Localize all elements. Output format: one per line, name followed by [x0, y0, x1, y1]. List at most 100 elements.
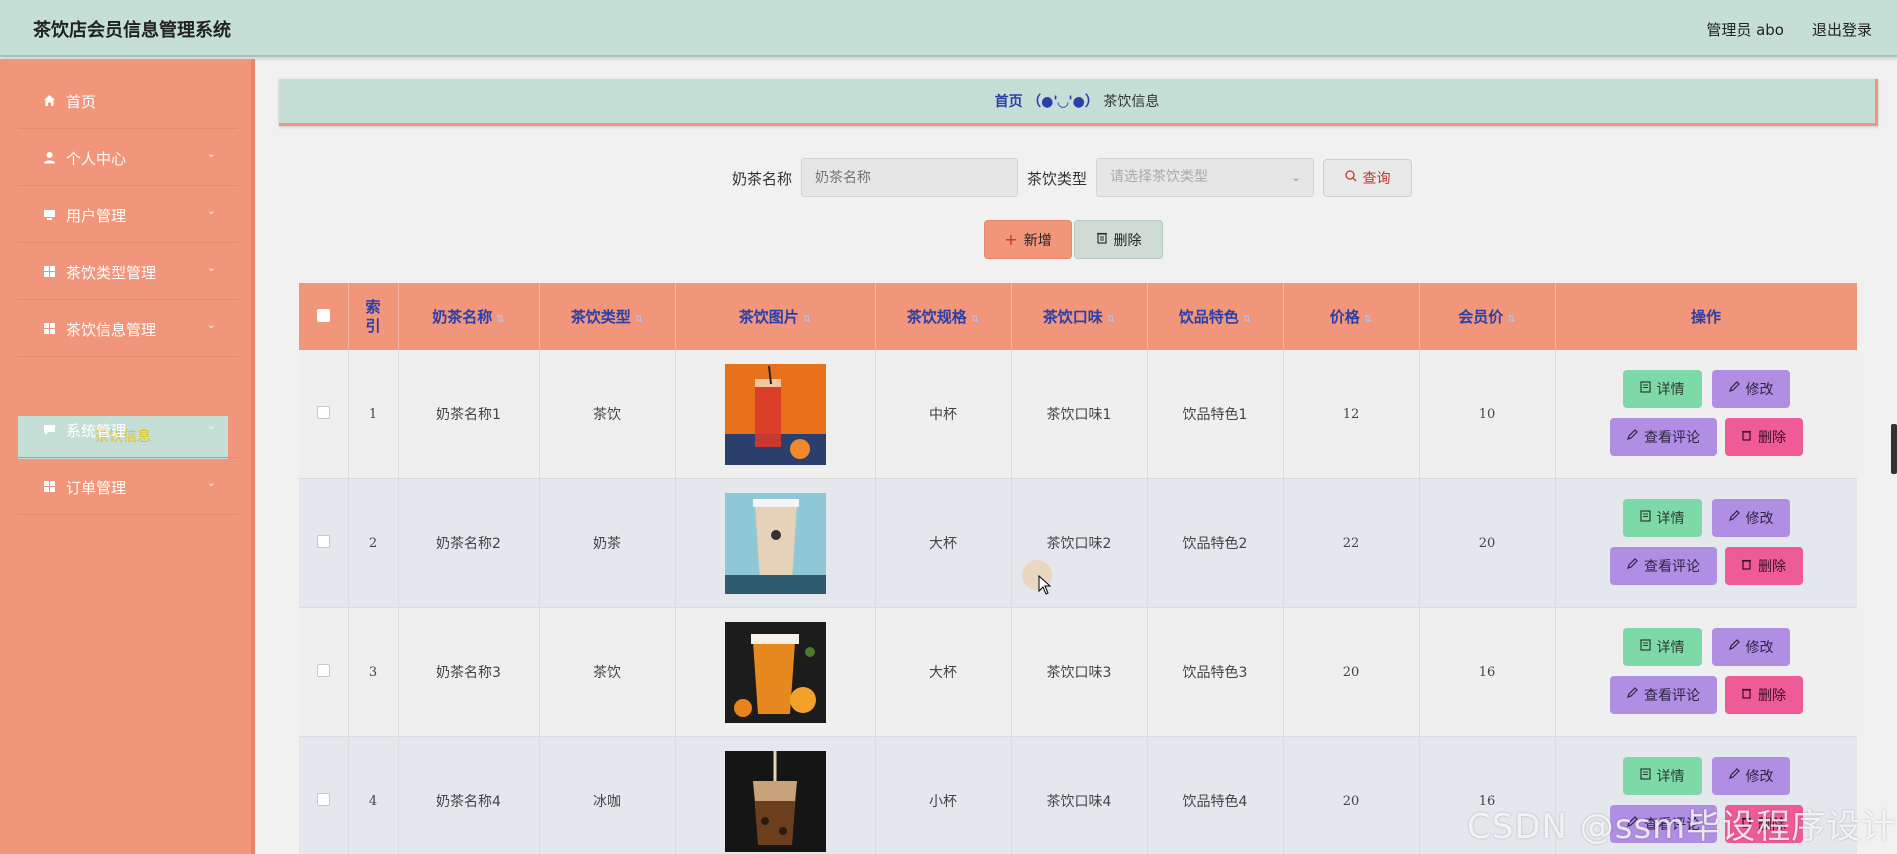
cell-flavor: 茶饮口味1 — [1011, 350, 1148, 479]
row-checkbox[interactable] — [316, 792, 330, 806]
col-header-label: 茶饮类型 — [570, 308, 631, 326]
col-header-image[interactable]: 茶饮图片 ⇅ — [675, 283, 876, 350]
col-header-type[interactable]: 茶饮类型 ⇅ — [539, 283, 676, 350]
view-reviews-button[interactable]: 查看评论 — [1609, 547, 1717, 585]
cell-price: 22 — [1283, 478, 1420, 608]
document-icon — [1639, 381, 1651, 397]
pencil-icon — [1728, 381, 1740, 397]
cell-feature: 饮品特色4 — [1147, 736, 1284, 854]
row-checkbox[interactable] — [316, 534, 330, 548]
breadcrumb-home[interactable]: 首页 — [995, 94, 1023, 110]
row-checkbox[interactable] — [316, 405, 330, 419]
cell-flavor: 茶饮口味3 — [1011, 607, 1148, 737]
col-header-label: 会员价 — [1458, 308, 1504, 326]
batch-delete-button[interactable]: 删除 — [1074, 220, 1163, 259]
col-header-member-price[interactable]: 会员价 ⇅ — [1419, 283, 1556, 350]
sidebar-item-tea-info-management[interactable]: 茶饮信息管理 ⌄ — [18, 301, 238, 357]
cell-image — [675, 607, 876, 737]
view-reviews-label: 查看评论 — [1644, 430, 1700, 446]
sidebar-item-home[interactable]: 首页 — [18, 73, 238, 129]
edit-button[interactable]: 修改 — [1711, 757, 1790, 795]
scrollbar-thumb[interactable] — [1891, 424, 1897, 474]
cell-index: 1 — [348, 350, 399, 479]
cell-name: 奶茶名称2 — [398, 478, 540, 608]
orange-tea-image[interactable] — [724, 621, 826, 723]
trash-icon — [1741, 429, 1752, 445]
edit-button[interactable]: 修改 — [1711, 499, 1790, 537]
cell-image — [675, 350, 876, 479]
cell-price: 20 — [1283, 736, 1420, 854]
col-header-label: 奶茶名称 — [432, 308, 493, 326]
query-button[interactable]: 查询 — [1323, 159, 1412, 197]
col-header-name[interactable]: 奶茶名称 ⇅ — [398, 283, 540, 350]
select-all-checkbox[interactable] — [316, 308, 330, 322]
cell-spec: 中杯 — [875, 350, 1012, 479]
sort-icon: ⇅ — [970, 314, 980, 325]
row-delete-button[interactable]: 删除 — [1724, 418, 1803, 456]
col-header-price[interactable]: 价格 ⇅ — [1283, 283, 1420, 350]
iced-coffee-image[interactable] — [724, 750, 826, 852]
row-select-cell — [299, 736, 349, 854]
sidebar-item-personal-center[interactable]: 个人中心 ⌄ — [18, 130, 238, 186]
sidebar-item-order-management[interactable]: 订单管理 ⌄ — [18, 459, 238, 515]
row-delete-button[interactable]: 删除 — [1724, 547, 1803, 585]
search-icon — [1344, 170, 1357, 186]
grid-icon — [42, 321, 56, 335]
sidebar-item-user-management[interactable]: 用户管理 ⌄ — [18, 187, 238, 243]
cell-image — [675, 478, 876, 608]
tea-type-label: 茶饮类型 — [1027, 170, 1088, 188]
detail-button[interactable]: 详情 — [1622, 628, 1702, 666]
sidebar-item-label: 订单管理 — [66, 479, 127, 497]
row-checkbox[interactable] — [316, 663, 330, 677]
sort-icon: ⇅ — [496, 314, 505, 325]
sidebar-item-tea-type-management[interactable]: 茶饮类型管理 ⌄ — [18, 244, 238, 300]
breadcrumb-separator: （●'◡'●） — [1027, 94, 1099, 110]
pencil-icon — [1728, 768, 1740, 784]
sidebar-item-system-management[interactable]: 系统管理 ⌄ — [18, 402, 238, 458]
cell-spec: 小杯 — [875, 736, 1012, 854]
view-reviews-button[interactable]: 查看评论 — [1609, 418, 1717, 456]
view-reviews-button[interactable]: 查看评论 — [1609, 676, 1717, 714]
col-header-actions: 操作 — [1555, 283, 1857, 350]
edit-button[interactable]: 修改 — [1711, 628, 1790, 666]
sidebar-item-label: 茶饮类型管理 — [66, 264, 157, 282]
add-button[interactable]: + 新增 — [984, 220, 1072, 259]
detail-button[interactable]: 详情 — [1622, 499, 1702, 537]
col-header-feature[interactable]: 饮品特色 ⇅ — [1147, 283, 1284, 350]
sidebar-item-label: 茶饮信息管理 — [66, 321, 157, 339]
cell-index: 4 — [348, 736, 399, 854]
detail-button[interactable]: 详情 — [1622, 370, 1702, 408]
detail-button-label: 详情 — [1656, 382, 1685, 398]
view-reviews-label: 查看评论 — [1644, 559, 1700, 575]
tea-name-input[interactable] — [801, 158, 1018, 197]
cell-feature: 饮品特色2 — [1147, 478, 1284, 608]
cell-actions: 详情 修改 查看评论 删除 — [1555, 350, 1857, 479]
view-reviews-label: 查看评论 — [1644, 688, 1700, 704]
col-header-label: 茶饮规格 — [906, 308, 967, 326]
tea-type-select[interactable]: 请选择茶饮类型 ⌄ — [1096, 158, 1314, 197]
edit-button[interactable]: 修改 — [1711, 370, 1790, 408]
col-header-index[interactable]: 索引 — [348, 283, 399, 350]
sidebar-item-label: 首页 — [66, 93, 97, 111]
trash-icon — [1096, 231, 1108, 248]
cell-index: 2 — [348, 478, 399, 608]
breadcrumb: 首页 （●'◡'●） 茶饮信息 — [279, 79, 1878, 126]
col-header-spec[interactable]: 茶饮规格 ⇅ — [875, 283, 1012, 350]
cell-type: 奶茶 — [539, 478, 676, 608]
row-delete-button[interactable]: 删除 — [1724, 676, 1803, 714]
red-fruit-tea-image[interactable] — [724, 363, 826, 465]
cell-member-price: 16 — [1419, 607, 1556, 737]
cell-flavor: 茶饮口味4 — [1011, 736, 1148, 854]
user-icon — [42, 150, 56, 164]
cell-type: 冰咖 — [539, 736, 676, 854]
cell-price: 12 — [1283, 350, 1420, 479]
logout-link[interactable]: 退出登录 — [1812, 19, 1872, 40]
add-button-label: 新增 — [1023, 232, 1052, 249]
detail-button[interactable]: 详情 — [1622, 757, 1702, 795]
milk-tea-cup-image[interactable] — [724, 492, 826, 594]
edit-button-label: 修改 — [1745, 511, 1774, 527]
select-all-cell — [299, 283, 349, 350]
cell-image — [675, 736, 876, 854]
col-header-flavor[interactable]: 茶饮口味 ⇅ — [1011, 283, 1148, 350]
grid-icon — [42, 264, 56, 278]
